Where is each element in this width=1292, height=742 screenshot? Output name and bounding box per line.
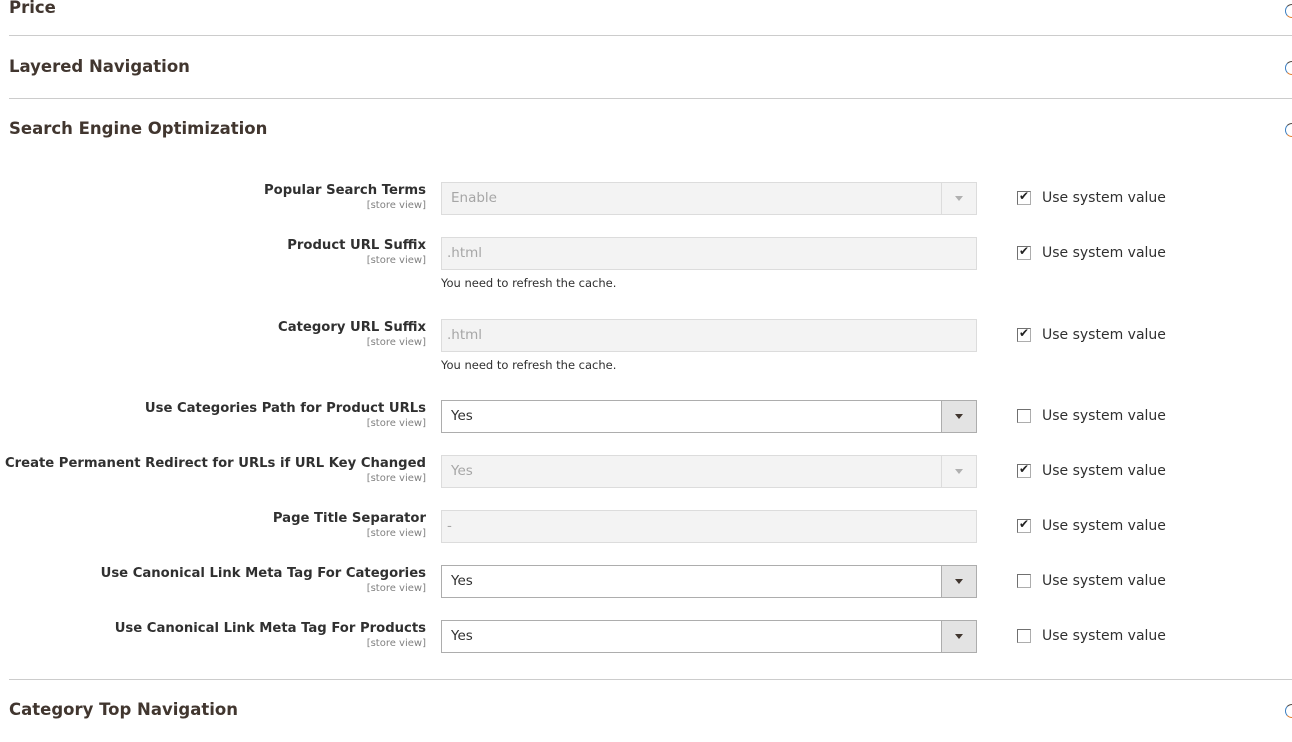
field-row-page-title-separator: Page Title Separator [store view] - ✔ Use sy… bbox=[0, 510, 1292, 550]
collapse-toggle-icon[interactable] bbox=[1285, 4, 1292, 18]
field-label-text: Category URL Suffix bbox=[278, 320, 426, 335]
select-use-canonical-link-meta-tag-for-products[interactable]: Yes bbox=[441, 620, 977, 653]
field-label-text: Product URL Suffix bbox=[287, 238, 426, 253]
check-icon: ✔ bbox=[1019, 517, 1030, 531]
field-row-popular-search-terms: Popular Search Terms [store view] Enable ✔ U… bbox=[0, 182, 1292, 222]
use-system-value-label: Use system value bbox=[1042, 463, 1166, 479]
checkbox-box[interactable] bbox=[1017, 409, 1031, 423]
field-label: Use Canonical Link Meta Tag For Categori… bbox=[101, 565, 426, 595]
section-search-engine-optimization[interactable]: Search Engine Optimization bbox=[9, 99, 1292, 161]
field-row-use-categories-path-for-product-urls: Use Categories Path for Product URLs [sto… bbox=[0, 400, 1292, 440]
scope-label: [store view] bbox=[366, 255, 426, 266]
checkbox-box[interactable]: ✔ bbox=[1017, 517, 1031, 533]
use-system-value-label: Use system value bbox=[1042, 327, 1166, 343]
input-category-url-suffix[interactable]: .html bbox=[441, 319, 977, 352]
field-note: You need to refresh the cache. bbox=[441, 276, 617, 290]
select-popular-search-terms[interactable]: Enable bbox=[441, 182, 977, 215]
field-row-create-permanent-redirect-for-urls-if-url-key-changed: Create Permanent Redirect for URLs if UR… bbox=[0, 455, 1292, 495]
field-label: Create Permanent Redirect for URLs if UR… bbox=[5, 455, 426, 485]
dropdown-button[interactable] bbox=[941, 456, 976, 487]
scope-label: [store view] bbox=[366, 200, 426, 211]
select-create-permanent-redirect-for-urls-if-url-key-changed[interactable]: Yes bbox=[441, 455, 977, 488]
field-label: Product URL Suffix [store view] bbox=[287, 237, 426, 267]
use-system-value-label: Use system value bbox=[1042, 573, 1166, 589]
checkbox-box[interactable]: ✔ bbox=[1017, 462, 1031, 478]
section-price[interactable]: Price bbox=[9, 0, 1292, 36]
collapse-toggle-icon[interactable] bbox=[1285, 704, 1292, 718]
section-layered-navigation[interactable]: Layered Navigation bbox=[9, 37, 1292, 99]
control-value: Yes bbox=[451, 573, 473, 589]
control-value: Yes bbox=[451, 463, 473, 479]
collapse-toggle-icon[interactable] bbox=[1285, 61, 1292, 75]
section-category-top-navigation[interactable]: Category Top Navigation bbox=[9, 680, 1292, 742]
field-row-category-url-suffix: Category URL Suffix [store view] .html You … bbox=[0, 319, 1292, 372]
check-icon: ✔ bbox=[1019, 189, 1030, 203]
field-label-text: Popular Search Terms bbox=[264, 183, 426, 198]
field-label-text: Use Categories Path for Product URLs bbox=[144, 401, 426, 416]
scope-label: [store view] bbox=[366, 473, 426, 484]
checkbox-box[interactable]: ✔ bbox=[1017, 326, 1031, 342]
field-label-text: Use Canonical Link Meta Tag For Products bbox=[114, 621, 426, 636]
chevron-down-icon bbox=[955, 579, 963, 584]
collapse-toggle-icon[interactable] bbox=[1285, 123, 1292, 137]
use-system-value-label: Use system value bbox=[1042, 190, 1166, 206]
scope-label: [store view] bbox=[366, 337, 426, 348]
section-title: Layered Navigation bbox=[9, 57, 190, 76]
check-icon: ✔ bbox=[1019, 462, 1030, 476]
checkbox-box[interactable] bbox=[1017, 629, 1031, 643]
section-title: Category Top Navigation bbox=[9, 700, 238, 719]
dropdown-button[interactable] bbox=[941, 183, 976, 214]
scope-label: [store view] bbox=[366, 418, 426, 429]
field-label-text: Create Permanent Redirect for URLs if UR… bbox=[4, 456, 426, 471]
check-icon: ✔ bbox=[1019, 326, 1030, 340]
check-icon: ✔ bbox=[1019, 244, 1030, 258]
checkbox-box[interactable] bbox=[1017, 574, 1031, 588]
scope-label: [store view] bbox=[366, 638, 426, 649]
field-label: Category URL Suffix [store view] bbox=[278, 319, 426, 349]
select-use-categories-path-for-product-urls[interactable]: Yes bbox=[441, 400, 977, 433]
dropdown-button[interactable] bbox=[941, 401, 976, 432]
control-value: .html bbox=[447, 245, 483, 261]
checkbox-box[interactable]: ✔ bbox=[1017, 189, 1031, 205]
field-row-use-canonical-link-meta-tag-for-products: Use Canonical Link Meta Tag For Products… bbox=[0, 620, 1292, 660]
field-label-text: Page Title Separator bbox=[272, 511, 426, 526]
input-product-url-suffix[interactable]: .html bbox=[441, 237, 977, 270]
chevron-down-icon bbox=[955, 634, 963, 639]
field-label: Page Title Separator [store view] bbox=[273, 510, 426, 540]
control-value: - bbox=[447, 518, 452, 534]
control-value: Yes bbox=[451, 628, 473, 644]
field-row-product-url-suffix: Product URL Suffix [store view] .html You n… bbox=[0, 237, 1292, 290]
field-label-text: Use Canonical Link Meta Tag For Categori… bbox=[100, 566, 426, 581]
use-system-value-label: Use system value bbox=[1042, 408, 1166, 424]
field-note: You need to refresh the cache. bbox=[441, 358, 617, 372]
field-row-use-canonical-link-meta-tag-for-categories: Use Canonical Link Meta Tag For Categori… bbox=[0, 565, 1292, 605]
field-label: Use Categories Path for Product URLs [sto… bbox=[145, 400, 426, 430]
chevron-down-icon bbox=[955, 414, 963, 419]
field-label: Use Canonical Link Meta Tag For Products… bbox=[115, 620, 426, 650]
use-system-value-label: Use system value bbox=[1042, 518, 1166, 534]
dropdown-button[interactable] bbox=[941, 566, 976, 597]
input-page-title-separator[interactable]: - bbox=[441, 510, 977, 543]
section-title: Price bbox=[9, 0, 56, 17]
checkbox-box[interactable]: ✔ bbox=[1017, 244, 1031, 260]
scope-label: [store view] bbox=[366, 583, 426, 594]
control-value: .html bbox=[447, 327, 483, 343]
use-system-value-label: Use system value bbox=[1042, 245, 1166, 261]
use-system-value-label: Use system value bbox=[1042, 628, 1166, 644]
chevron-down-icon bbox=[955, 469, 963, 474]
section-title: Search Engine Optimization bbox=[9, 119, 268, 138]
scope-label: [store view] bbox=[366, 528, 426, 539]
dropdown-button[interactable] bbox=[941, 621, 976, 652]
chevron-down-icon bbox=[955, 196, 963, 201]
select-use-canonical-link-meta-tag-for-categories[interactable]: Yes bbox=[441, 565, 977, 598]
field-label: Popular Search Terms [store view] bbox=[264, 182, 426, 212]
control-value: Enable bbox=[451, 190, 497, 206]
control-value: Yes bbox=[451, 408, 473, 424]
